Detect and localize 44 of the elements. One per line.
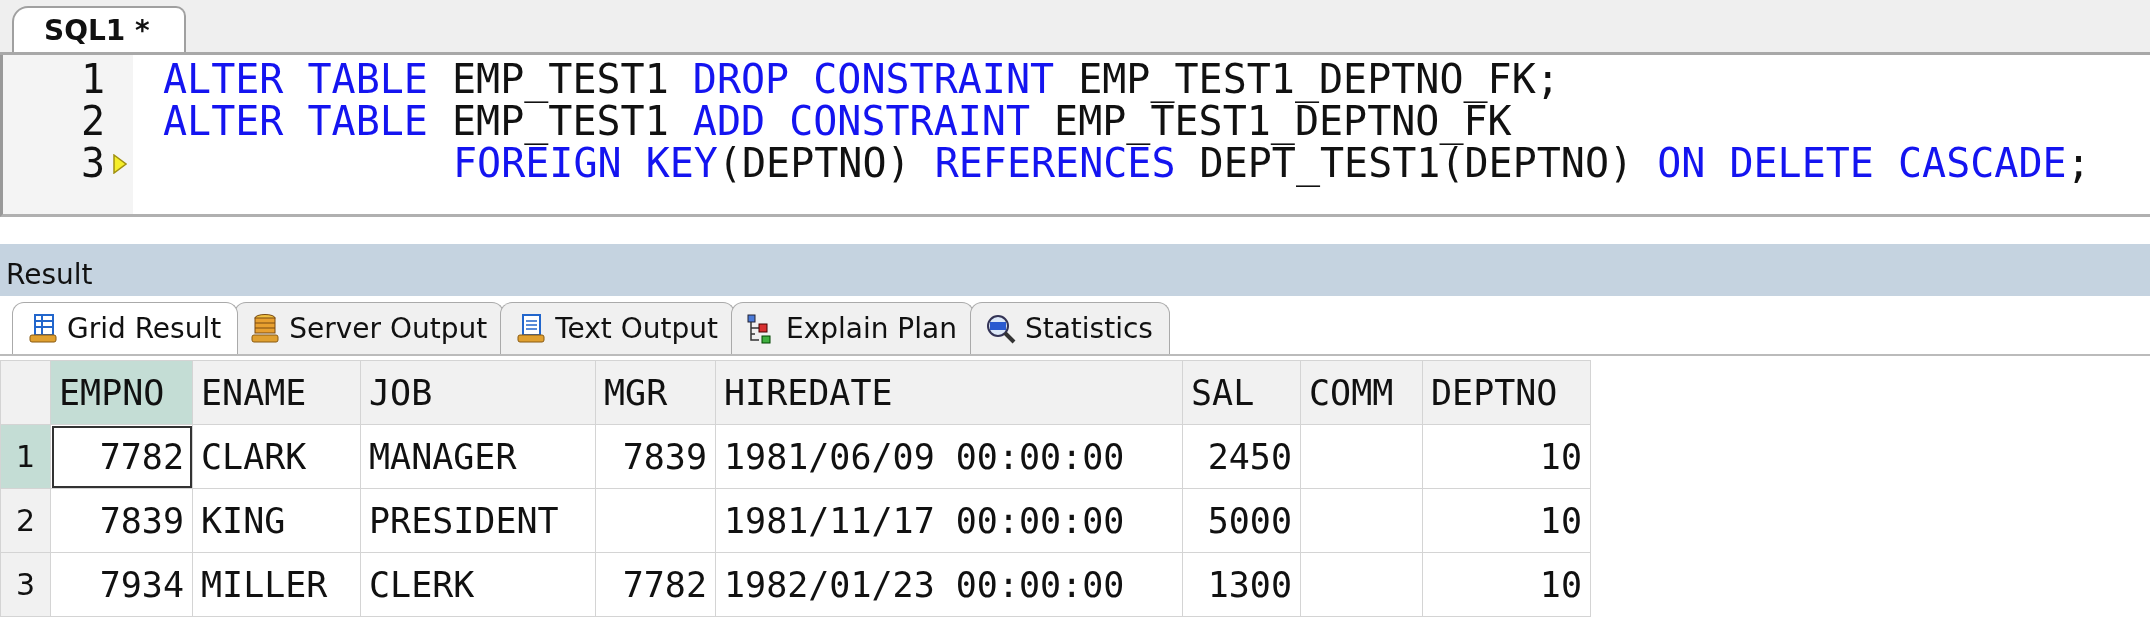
table-cell: 7839	[50, 488, 193, 553]
column-header[interactable]: EMPNO	[50, 360, 193, 425]
magnifier-icon	[984, 312, 1017, 345]
panel-title: Result	[0, 244, 2150, 296]
table-cell: KING	[192, 488, 361, 553]
table-cell: 7934	[50, 552, 193, 617]
table-document-icon	[27, 312, 59, 345]
table-cell: 7782	[595, 552, 716, 617]
text-document-icon	[515, 312, 548, 345]
row-number[interactable]: 3	[0, 552, 51, 617]
line-number: 2	[80, 100, 105, 142]
table-cell: 7782	[50, 424, 193, 489]
column-header[interactable]: HIREDATE	[715, 360, 1183, 425]
table-cell: 1982/01/23 00:00:00	[715, 552, 1183, 617]
table-cell: CLERK	[360, 552, 596, 617]
result-tab[interactable]: Text Output	[500, 302, 735, 354]
column-header[interactable]: SAL	[1182, 360, 1301, 425]
column-header[interactable]: JOB	[360, 360, 596, 425]
table-cell: 1981/11/17 00:00:00	[715, 488, 1183, 553]
table-cell: 10	[1422, 488, 1591, 553]
column-header[interactable]: MGR	[595, 360, 716, 425]
row-number[interactable]: 1	[0, 424, 51, 489]
table-cell: MANAGER	[360, 424, 596, 489]
line-number: 3	[80, 142, 105, 184]
result-tab[interactable]: Explain Plan	[730, 302, 974, 354]
table-cell: CLARK	[192, 424, 361, 489]
column-header[interactable]: COMM	[1300, 360, 1423, 425]
editor-tab[interactable]: SQL1 *	[12, 6, 186, 52]
column-header[interactable]: ENAME	[192, 360, 361, 425]
column-header[interactable]: DEPTNO	[1422, 360, 1591, 425]
table-cell: 10	[1422, 424, 1591, 489]
table-cell: MILLER	[192, 552, 361, 617]
table-cell: 2450	[1182, 424, 1301, 489]
table-cell: 1300	[1182, 552, 1301, 617]
line-number: 1	[80, 58, 105, 100]
table-cell: 7839	[595, 424, 716, 489]
row-number[interactable]: 2	[0, 488, 51, 553]
result-tab[interactable]: Grid Result	[12, 302, 239, 354]
result-tab[interactable]: Statistics	[969, 302, 1170, 354]
table-cell: 1981/06/09 00:00:00	[715, 424, 1183, 489]
table-cell: 10	[1422, 552, 1591, 617]
database-icon	[249, 312, 282, 345]
table-cell: PRESIDENT	[360, 488, 596, 553]
table-cell: 5000	[1182, 488, 1301, 553]
